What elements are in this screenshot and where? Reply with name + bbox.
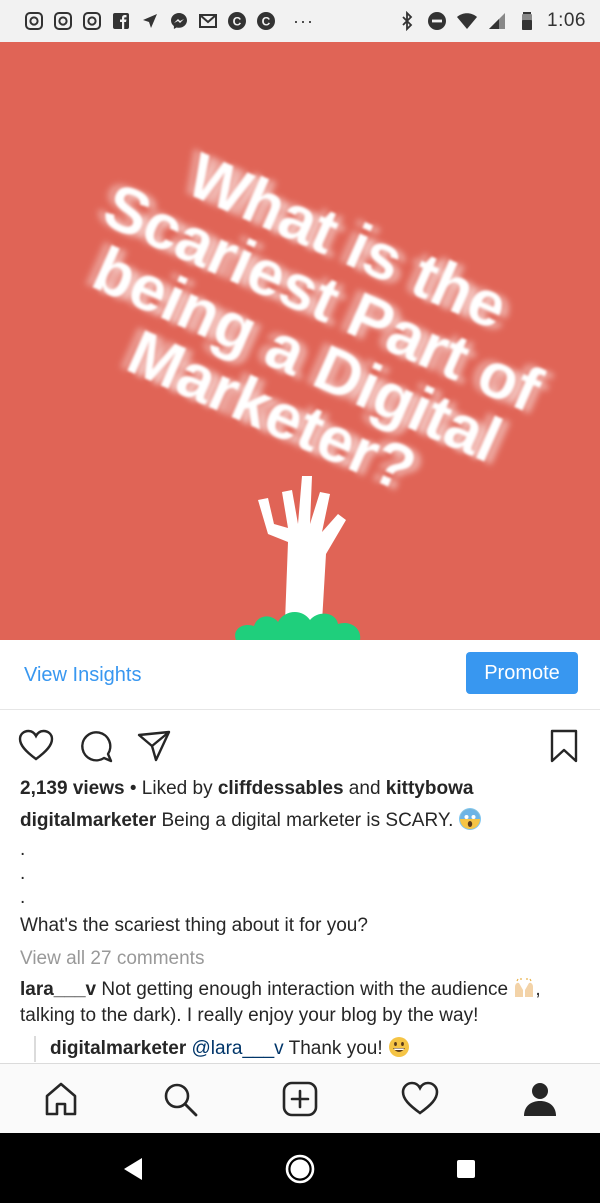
scream-emoji-icon	[458, 808, 481, 830]
caption-text: Being a digital marketer is SCARY.	[156, 810, 459, 831]
comment-text-end: ,	[535, 979, 541, 1000]
caption-question: What's the scariest thing about it for y…	[20, 915, 368, 936]
comment-line-2: talking to the dark). I really enjoy you…	[20, 1005, 479, 1026]
home-circle-icon[interactable]	[284, 1153, 316, 1185]
liked-by-label: • Liked by	[124, 778, 218, 799]
promote-button[interactable]: Promote	[466, 652, 578, 694]
liker-username[interactable]: kittybowa	[386, 778, 474, 799]
reply-thread-line	[34, 1036, 36, 1062]
like-heart-icon[interactable]	[18, 728, 54, 764]
c-app-icon: C	[227, 11, 247, 31]
raised-hands-emoji-icon	[513, 977, 535, 999]
svg-text:C: C	[262, 15, 271, 29]
comment-username[interactable]: lara___v	[20, 979, 96, 1000]
post-actions	[0, 720, 600, 770]
liker-username[interactable]: cliffdessables	[218, 778, 344, 799]
facebook-icon	[111, 11, 131, 31]
share-direct-icon[interactable]	[136, 728, 172, 764]
new-post-icon[interactable]	[281, 1080, 319, 1118]
more-notifications-indicator: ···	[293, 10, 314, 31]
caption-username[interactable]: digitalmarketer	[20, 810, 156, 831]
caption-dot: .	[20, 863, 26, 884]
views-count[interactable]: 2,139 views	[20, 778, 125, 799]
and-label: and	[343, 778, 386, 799]
comment-icon[interactable]	[78, 728, 114, 764]
insights-row: View Insights Promote	[0, 640, 600, 710]
c-app-icon: C	[256, 11, 276, 31]
wifi-icon	[457, 11, 478, 31]
caption-line: digitalmarketer Being a digital marketer…	[20, 808, 481, 833]
instagram-icon	[82, 11, 102, 31]
clock: 1:06	[547, 10, 586, 31]
gmail-icon	[198, 11, 218, 31]
comment-text: Not getting enough interaction with the …	[96, 979, 514, 1000]
status-bar: C C ··· 1:06	[0, 0, 600, 42]
recents-icon[interactable]	[450, 1153, 482, 1185]
caption-dot: .	[20, 887, 26, 908]
reply-line: digitalmarketer @lara___v Thank you!	[50, 1036, 410, 1061]
reply-username[interactable]: digitalmarketer	[50, 1038, 186, 1059]
save-bookmark-icon[interactable]	[546, 728, 582, 764]
notification-icons: C C ···	[24, 11, 314, 32]
reply-mention[interactable]: @lara___v	[186, 1038, 284, 1059]
navigation-icon	[140, 11, 160, 31]
bluetooth-icon	[397, 11, 417, 31]
post-image[interactable]: What is the Scariest Part of being a Dig…	[0, 42, 600, 640]
messenger-icon	[169, 11, 189, 31]
do-not-disturb-icon	[427, 11, 447, 31]
system-indicators: 1:06	[397, 10, 586, 32]
signal-icon	[487, 11, 507, 31]
instagram-icon	[53, 11, 73, 31]
battery-icon	[517, 11, 537, 31]
profile-icon[interactable]	[521, 1080, 559, 1118]
home-icon[interactable]	[42, 1080, 80, 1118]
back-icon[interactable]	[118, 1153, 150, 1185]
activity-heart-icon[interactable]	[401, 1080, 439, 1118]
svg-text:C: C	[233, 15, 242, 29]
grinning-emoji-icon	[388, 1036, 410, 1058]
android-navigation-bar	[0, 1133, 600, 1203]
caption-dot: .	[20, 839, 26, 860]
view-all-comments-link[interactable]: View all 27 comments	[20, 947, 204, 971]
grass-illustration	[235, 611, 361, 640]
likes-line: 2,139 views • Liked by cliffdessables an…	[20, 777, 473, 801]
view-insights-link[interactable]: View Insights	[24, 664, 141, 687]
instagram-icon	[24, 11, 44, 31]
bottom-navigation	[0, 1063, 600, 1133]
comment-line: lara___v Not getting enough interaction …	[20, 977, 541, 1002]
search-icon[interactable]	[161, 1080, 199, 1118]
reply-text: Thank you!	[283, 1038, 388, 1059]
